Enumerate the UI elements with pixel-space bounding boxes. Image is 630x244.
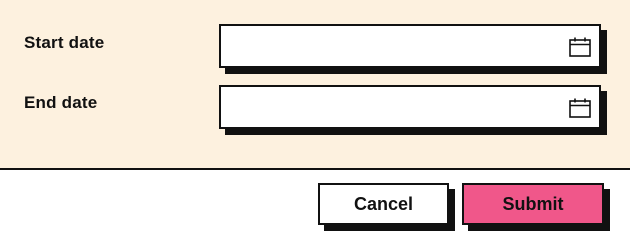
submit-button[interactable]: Submit: [462, 183, 604, 225]
date-range-form: Start date End date: [0, 0, 630, 170]
start-date-label: Start date: [24, 33, 105, 52]
start-date-input[interactable]: [221, 26, 581, 66]
calendar-icon[interactable]: [569, 98, 591, 118]
calendar-icon[interactable]: [569, 37, 591, 57]
cancel-button[interactable]: Cancel: [318, 183, 449, 225]
end-date-label: End date: [24, 93, 98, 112]
start-date-field[interactable]: [219, 24, 601, 68]
end-date-field[interactable]: [219, 85, 601, 129]
end-date-input[interactable]: [221, 87, 581, 127]
